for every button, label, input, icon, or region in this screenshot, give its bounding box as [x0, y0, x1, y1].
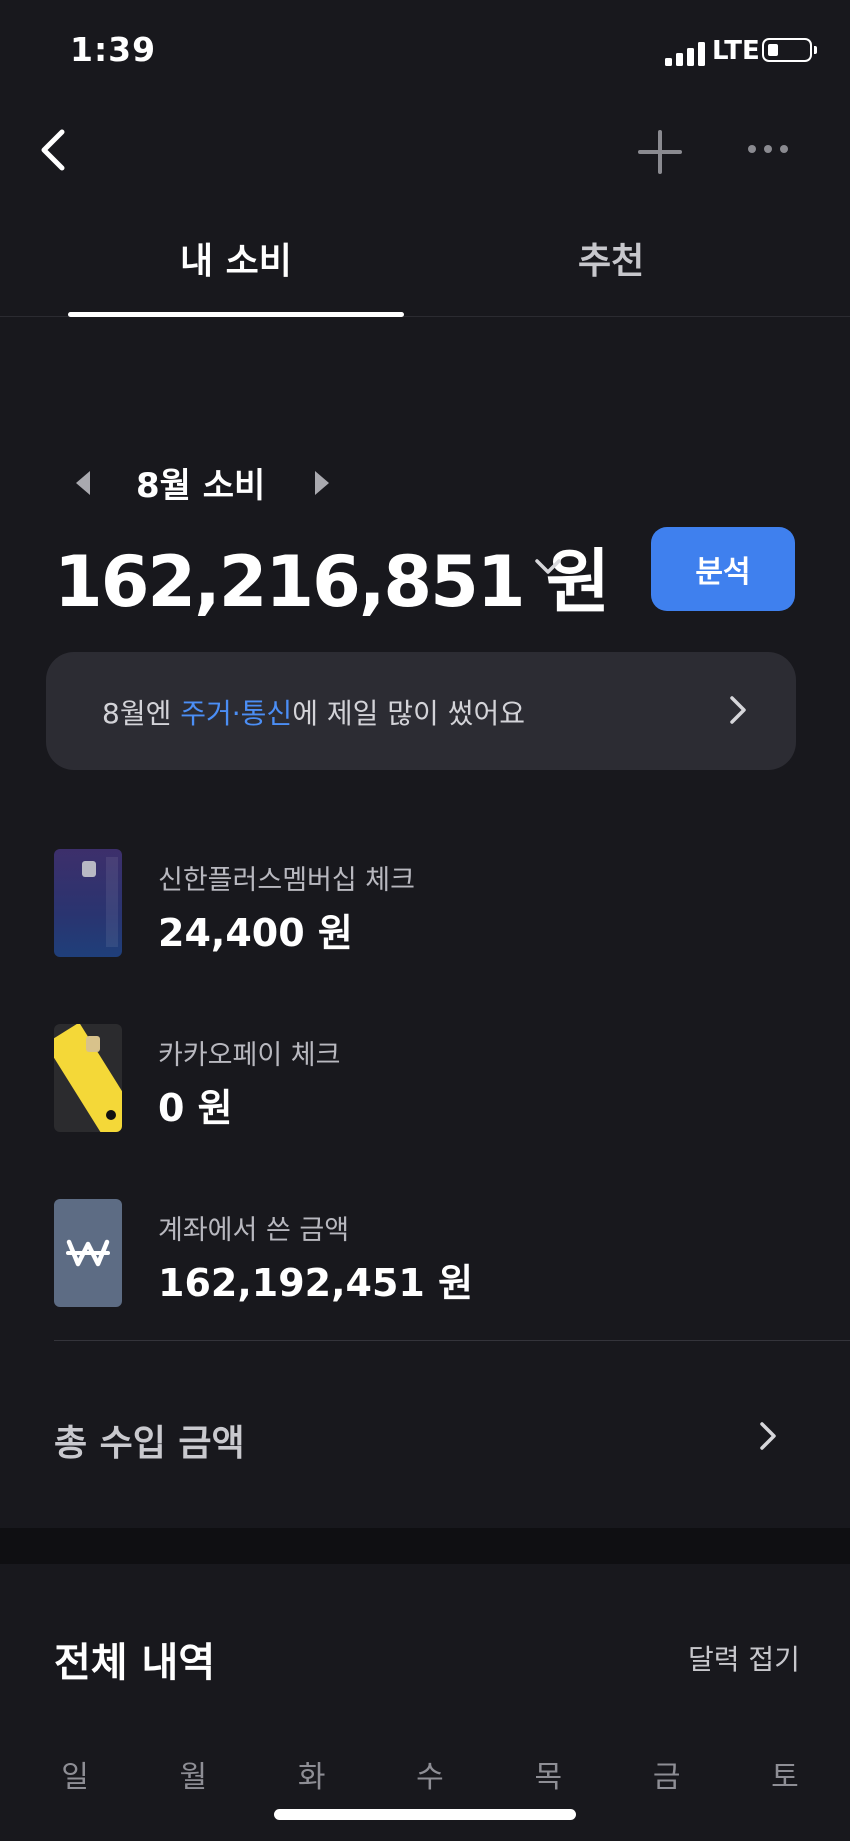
prev-month-icon[interactable] — [74, 470, 92, 496]
account-name: 신한플러스멤버십 체크 — [158, 865, 415, 896]
weekday-label: 수 — [416, 1760, 444, 1795]
income-label[interactable]: 총 수입 금액 — [54, 1414, 245, 1466]
total-spending: 162,216,851 원 — [54, 541, 610, 623]
tab-my-spending[interactable]: 내 소비 — [180, 232, 292, 284]
history-title: 전체 내역 — [54, 1640, 216, 1686]
tab-recommend[interactable]: 추천 — [578, 232, 644, 284]
chevron-right-icon — [730, 696, 746, 724]
more-icon[interactable] — [746, 142, 790, 156]
weekday-label: 일 — [61, 1760, 89, 1795]
account-amount: 24,400 원 — [158, 911, 353, 955]
won-icon — [54, 1199, 122, 1307]
section-separator — [0, 1528, 850, 1564]
weekday-label: 목 — [534, 1760, 563, 1795]
weekday-label: 화 — [297, 1760, 326, 1795]
signal-icon — [665, 42, 705, 66]
insight-text: 8월엔 주거·통신에 제일 많이 썼어요 — [102, 697, 525, 730]
account-amount: 162,192,451 원 — [158, 1261, 474, 1305]
weekday-label: 금 — [652, 1760, 681, 1795]
collapse-calendar-button[interactable]: 달력 접기 — [688, 1638, 800, 1678]
account-amount: 0 원 — [158, 1086, 233, 1130]
home-indicator[interactable] — [274, 1809, 576, 1820]
shinhan-card-icon — [54, 849, 122, 957]
weekday-label: 월 — [179, 1760, 208, 1795]
weekday-label: 토 — [771, 1760, 799, 1795]
divider — [54, 1340, 850, 1341]
tab-active-indicator — [68, 312, 404, 317]
kakaopay-card-icon — [54, 1024, 122, 1132]
network-label: LTE — [712, 36, 760, 66]
add-icon[interactable] — [638, 130, 682, 174]
account-name: 계좌에서 쓴 금액 — [158, 1215, 350, 1246]
month-label: 8월 소비 — [136, 466, 266, 506]
chevron-right-icon[interactable] — [758, 1420, 778, 1452]
back-icon[interactable] — [38, 128, 68, 172]
analyze-button[interactable]: 분석 — [651, 527, 795, 611]
battery-icon — [762, 38, 817, 62]
weekday-header: 일 월 화 수 목 금 토 — [40, 1752, 820, 1796]
next-month-icon[interactable] — [313, 470, 331, 496]
account-name: 카카오페이 체크 — [158, 1040, 341, 1071]
chevron-down-icon[interactable] — [534, 558, 562, 576]
status-time: 1:39 — [70, 30, 157, 69]
insight-banner[interactable]: 8월엔 주거·통신에 제일 많이 썼어요 — [46, 652, 796, 770]
